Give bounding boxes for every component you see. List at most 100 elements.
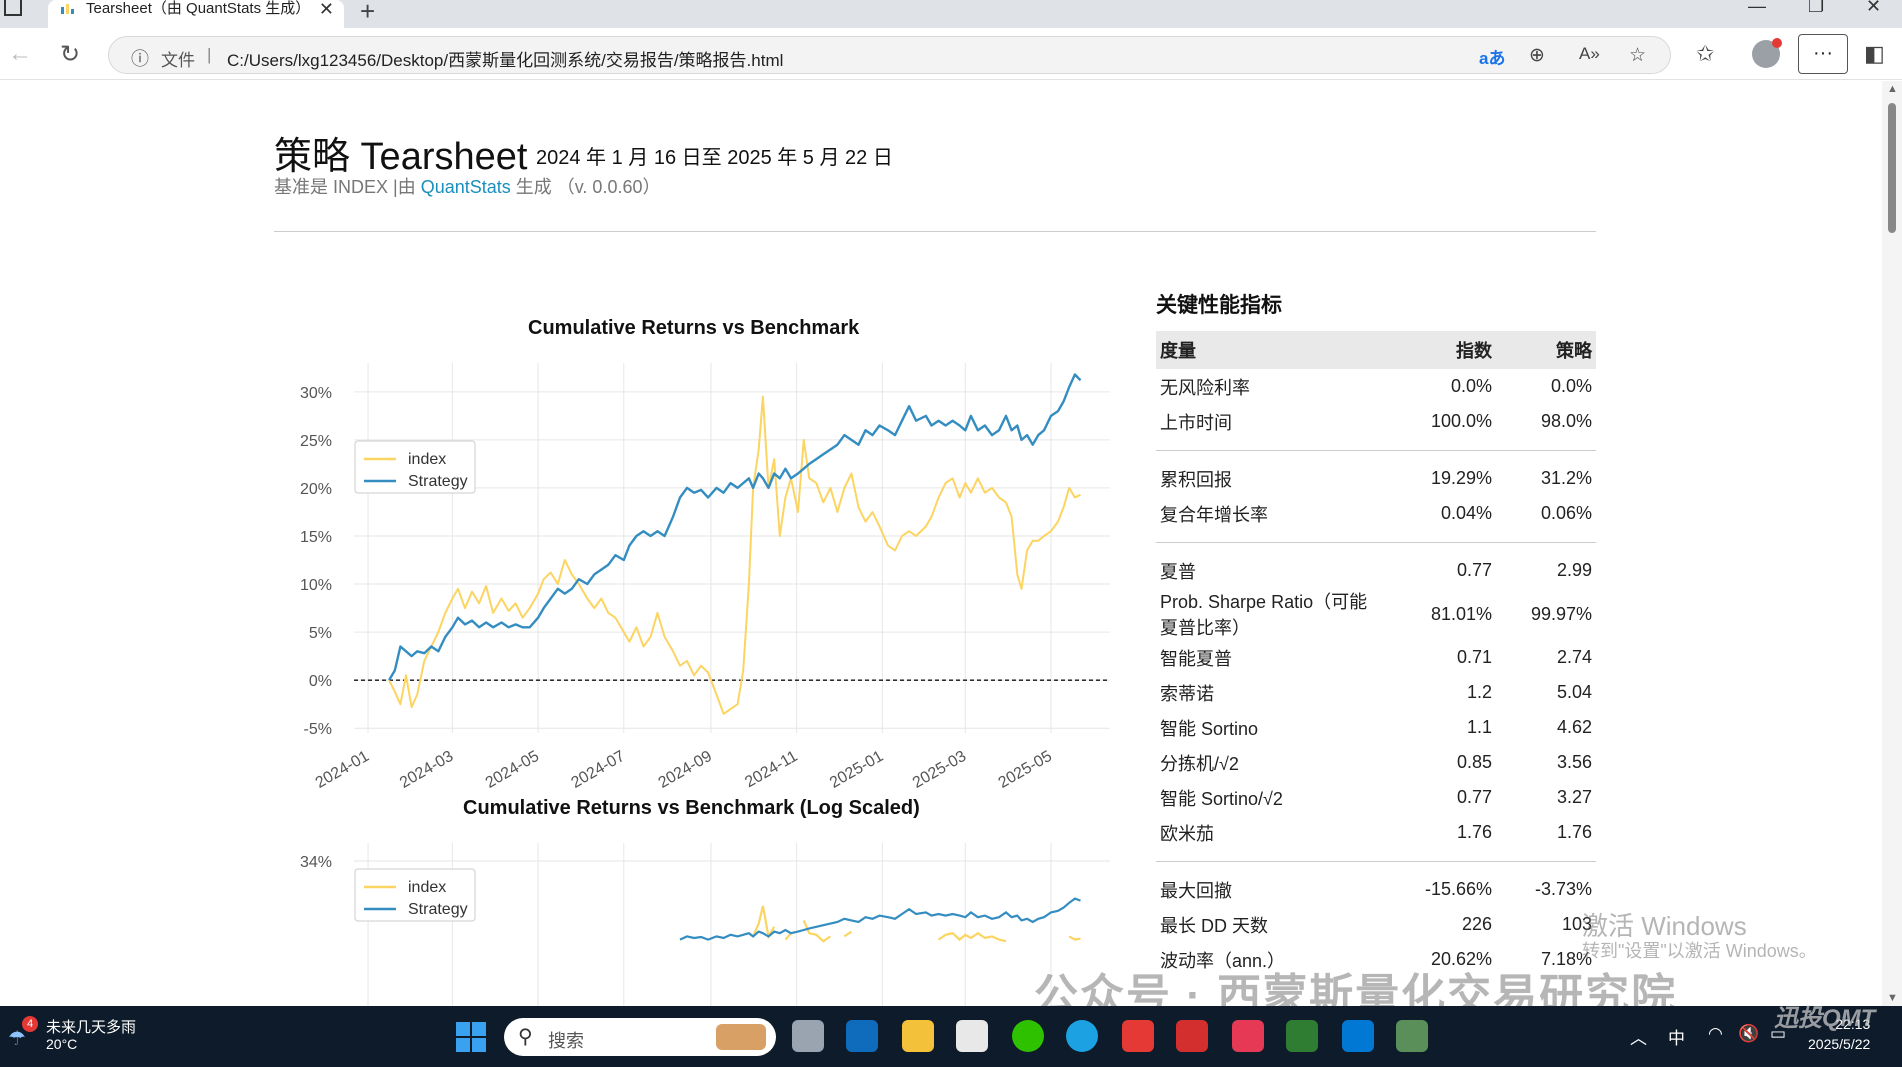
y-tick-label: 5% xyxy=(309,625,332,642)
zoom-icon[interactable]: ⊕ xyxy=(1529,44,1545,67)
page-content: 策略 Tearsheet 2024 年 1 月 16 日至 2025 年 5 月… xyxy=(0,81,1882,1006)
windows-start-icon[interactable] xyxy=(456,1022,486,1052)
index-value: 0.0% xyxy=(1450,376,1492,396)
y-tick-label: 0% xyxy=(309,673,332,690)
index-value: 19.29% xyxy=(1430,468,1492,488)
metrics-row: 智能 Sortino 1.1 4.62 xyxy=(1156,710,1596,745)
scroll-down-icon[interactable]: ▼ xyxy=(1887,992,1898,1004)
scrollbar-thumb[interactable] xyxy=(1888,103,1896,233)
weather-widget[interactable]: ☂ 4 未来几天多雨 20°C xyxy=(8,1016,148,1056)
url-protocol: 文件 xyxy=(161,51,195,70)
taskbar-search[interactable]: ⚲ 搜索 xyxy=(504,1018,776,1056)
strategy-value: 0.06% xyxy=(1540,503,1592,523)
metrics-table: 度量 指数 策略 无风险利率 0.0% 0.0% 上市时间 100.0% 98.0% 累积回… xyxy=(1156,331,1596,977)
read-aloud-icon[interactable]: A» xyxy=(1579,44,1600,64)
url-text[interactable]: C:/Users/lxg123456/Desktop/西蒙斯量化回测系统/交易报… xyxy=(227,46,783,71)
index-value: -15.66% xyxy=(1424,879,1492,899)
x-tick-label: 2024-03 xyxy=(397,748,456,792)
x-tick-label: 2024-09 xyxy=(656,748,715,792)
microsoft-store-icon[interactable] xyxy=(956,1020,988,1052)
series-line-index xyxy=(388,395,1081,715)
favorites-icon[interactable]: ✩ xyxy=(1696,41,1714,67)
wechat-icon[interactable] xyxy=(1012,1020,1044,1052)
metric-name: 最大回撤 xyxy=(1160,880,1232,901)
strategy-value: 0.0% xyxy=(1550,376,1592,396)
strategy-value: 3.56 xyxy=(1556,752,1592,772)
strategy-value: 1.76 xyxy=(1556,822,1592,842)
qmt-app-icon[interactable] xyxy=(1232,1020,1264,1052)
index-value: 100.0% xyxy=(1430,411,1492,431)
sidebar-toggle-icon[interactable]: ◧ xyxy=(1864,41,1885,67)
translate-icon[interactable]: aあ xyxy=(1479,44,1505,69)
chart1-title: Cumulative Returns vs Benchmark xyxy=(528,317,860,339)
tray-chevron-icon[interactable]: ︿ xyxy=(1630,1024,1647,1049)
tab-actions-icon[interactable] xyxy=(4,0,22,16)
metrics-row: 最大回撤 -15.66% -3.73% xyxy=(1156,872,1596,907)
metric-name: 欧米茄 xyxy=(1160,823,1214,844)
red-app-icon[interactable] xyxy=(1176,1020,1208,1052)
wifi-icon[interactable]: ◠ xyxy=(1708,1024,1723,1044)
chart2-title: Cumulative Returns vs Benchmark (Log Sca… xyxy=(463,797,920,819)
strategy-value: 2.99 xyxy=(1556,560,1592,580)
refresh-icon[interactable]: ↻ xyxy=(60,40,80,69)
close-window-icon[interactable]: ✕ xyxy=(1866,0,1881,17)
strategy-value: 3.27 xyxy=(1556,787,1592,807)
profile-notification-dot xyxy=(1772,38,1782,48)
url-separator: | xyxy=(207,45,212,64)
metrics-row: 无风险利率 0.0% 0.0% xyxy=(1156,369,1596,404)
metrics-row: 索蒂诺 1.2 5.04 xyxy=(1156,675,1596,710)
page-scrollbar[interactable]: ▲ ▼ xyxy=(1882,81,1902,1006)
index-value: 1.76 xyxy=(1456,822,1492,842)
metric-name: 分拣机/√2 xyxy=(1160,753,1239,774)
index-value: 0.77 xyxy=(1456,560,1492,580)
task-view-icon[interactable] xyxy=(792,1020,824,1052)
metrics-row: 分拣机/√2 0.85 3.56 xyxy=(1156,745,1596,780)
terminal-app-icon[interactable] xyxy=(1286,1020,1318,1052)
metric-name: Prob. Sharpe Ratio（可能夏普比率） xyxy=(1160,592,1368,638)
x-tick-label: 2025-03 xyxy=(910,748,969,792)
edge-icon[interactable] xyxy=(1066,1020,1098,1052)
quantstats-tab-icon xyxy=(61,4,74,14)
vscode-icon[interactable] xyxy=(1342,1020,1374,1052)
back-icon[interactable]: ← xyxy=(8,40,32,68)
strategy-value: 31.2% xyxy=(1540,468,1592,488)
strategy-value: 5.04 xyxy=(1556,682,1592,702)
report-date-range: 2024 年 1 月 16 日至 2025 年 5 月 22 日 xyxy=(536,147,893,169)
ime-indicator[interactable]: 中 xyxy=(1668,1024,1685,1049)
strategy-value: -3.73% xyxy=(1534,879,1592,899)
metric-name: 智能 Sortino xyxy=(1160,718,1259,739)
volume-muted-icon[interactable]: 🔇 xyxy=(1738,1024,1759,1044)
search-icon: ⚲ xyxy=(518,1026,533,1048)
metric-name: 夏普 xyxy=(1160,561,1196,582)
outlook-icon[interactable] xyxy=(846,1020,878,1052)
metrics-row: 欧米茄 1.76 1.76 xyxy=(1156,815,1596,850)
settings-more-button[interactable]: ··· xyxy=(1798,34,1848,74)
minimize-icon[interactable]: — xyxy=(1748,0,1766,17)
wps-icon[interactable] xyxy=(1122,1020,1154,1052)
legend-label-strategy: Strategy xyxy=(408,901,468,918)
file-explorer-icon[interactable] xyxy=(902,1020,934,1052)
tab-close-icon[interactable]: ✕ xyxy=(319,0,334,18)
y-tick-label: 15% xyxy=(300,529,332,546)
restore-icon[interactable]: ❐ xyxy=(1808,0,1824,17)
address-toolbar: ← ↻ ⓘ 文件 | C:/Users/lxg123456/Desktop/西蒙… xyxy=(0,28,1902,80)
profile-avatar[interactable] xyxy=(1752,38,1782,68)
metrics-row: 最长 DD 天数 226 103 xyxy=(1156,907,1596,942)
x-tick-label: 2025-05 xyxy=(996,748,1055,792)
info-icon[interactable]: ⓘ xyxy=(131,45,149,71)
windows-taskbar: ☂ 4 未来几天多雨 20°C ⚲ 搜索 ︿ 中 ◠ 🔇 ▭ 22:13 202… xyxy=(0,1005,1902,1067)
browser-tab[interactable]: Tearsheet（由 QuantStats 生成） ✕ xyxy=(48,0,344,28)
favorite-star-icon[interactable]: ☆ xyxy=(1629,44,1646,67)
metrics-divider xyxy=(1156,850,1596,872)
strategy-value: 98.0% xyxy=(1540,411,1592,431)
address-bar[interactable]: ⓘ 文件 | C:/Users/lxg123456/Desktop/西蒙斯量化回… xyxy=(108,36,1671,74)
metrics-row: 智能夏普 0.71 2.74 xyxy=(1156,640,1596,675)
metric-name: 智能 Sortino/√2 xyxy=(1160,788,1283,809)
green-app-icon[interactable] xyxy=(1396,1020,1428,1052)
index-value: 226 xyxy=(1461,914,1492,934)
quantstats-link[interactable]: QuantStats xyxy=(421,177,511,197)
new-tab-icon[interactable]: + xyxy=(360,0,375,27)
weather-text: 未来几天多雨 xyxy=(46,1019,137,1036)
index-value: 0.85 xyxy=(1456,752,1492,772)
scroll-up-icon[interactable]: ▲ xyxy=(1887,83,1898,95)
